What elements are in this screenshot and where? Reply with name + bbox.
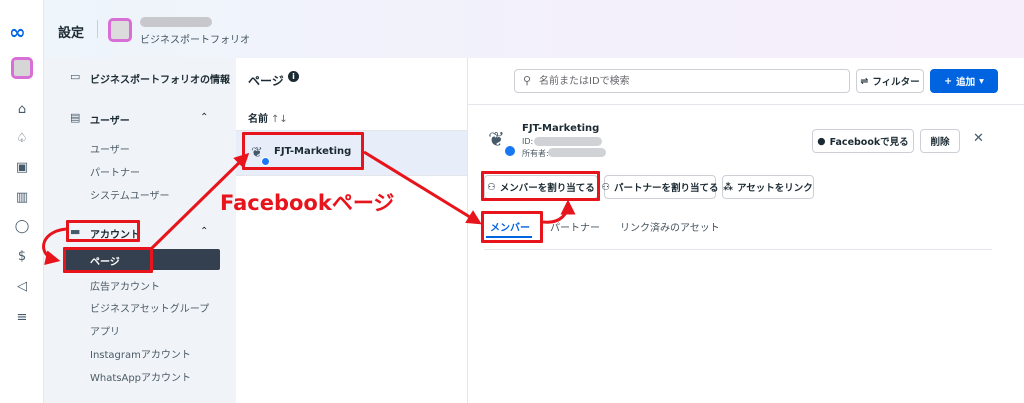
view-on-facebook-button[interactable]: ● Facebookで見る [812, 129, 914, 153]
sidebar-item-partners[interactable]: パートナー [90, 164, 140, 179]
search-input-wrapper[interactable]: ⚲ [514, 69, 850, 93]
sidebar-section-users[interactable]: ユーザー [90, 112, 130, 127]
sort-icon[interactable]: ↑↓ [271, 114, 288, 125]
info-icon[interactable]: i [288, 71, 299, 82]
assign-partner-label: パートナーを割り当てる [614, 183, 719, 194]
users-icon: ▤ [70, 111, 81, 124]
owner-label: 所有者: [522, 149, 549, 158]
chat-icon[interactable]: ◯ [14, 219, 30, 235]
tab-linked-assets[interactable]: リンク済みのアセット [620, 219, 720, 234]
sidebar-item-asset-groups[interactable]: ビジネスアセットグループ [90, 300, 209, 315]
view-fb-label: Facebookで見る [829, 137, 909, 148]
link-asset-label: アセットをリンク [736, 183, 813, 194]
chevron-up-icon[interactable]: ⌃ [200, 226, 208, 237]
close-icon[interactable]: ✕ [973, 131, 984, 146]
filter-button[interactable]: ⇌ フィルター [856, 69, 924, 93]
dollar-icon[interactable]: $ [14, 249, 30, 265]
redacted-page-id [534, 137, 602, 146]
sidebar-item-portfolio-info[interactable]: ビジネスポートフォリオの情報 [90, 71, 230, 86]
tab-partners[interactable]: パートナー [550, 219, 600, 234]
highlight-page-row [242, 132, 364, 170]
link-asset-button[interactable]: ⁂ アセットをリンク [722, 175, 814, 199]
sliders-icon: ⇌ [860, 75, 869, 87]
icon-rail: ∞ ⌂ ♤ ▣ ▥ ◯ $ ◁ ≡ [0, 0, 44, 403]
page-icon: ❦ [488, 127, 505, 151]
briefcase-icon: ▭ [70, 70, 81, 83]
highlight-assign-member [481, 171, 600, 201]
add-person-icon: ⚇ [601, 181, 611, 193]
page-header: 設定 ビジネスポートフォリオ [44, 0, 1024, 58]
chart-icon[interactable]: ▥ [14, 190, 30, 206]
add-button[interactable]: + 追加 ▾ [930, 69, 998, 93]
facebook-badge-icon [504, 145, 516, 157]
bell-icon[interactable]: ♤ [14, 131, 30, 147]
chevron-up-icon[interactable]: ⌃ [200, 112, 208, 123]
sidebar-item-instagram[interactable]: Instagramアカウント [90, 346, 191, 361]
plus-icon: + [944, 75, 953, 87]
redacted-portfolio-name [140, 17, 212, 27]
highlight-accounts [66, 220, 140, 242]
sidebar-item-users[interactable]: ユーザー [90, 141, 130, 156]
detail-page-name: FJT-Marketing [522, 123, 600, 134]
search-icon: ⚲ [523, 74, 532, 87]
meta-logo-icon[interactable]: ∞ [9, 20, 26, 44]
home-icon[interactable]: ⌂ [14, 102, 30, 118]
sidebar-item-apps[interactable]: アプリ [90, 323, 120, 338]
annotation-label: Facebookページ [220, 191, 395, 215]
highlight-members-tab [481, 211, 543, 243]
facebook-icon: ● [817, 135, 826, 147]
caret-down-icon: ▾ [979, 75, 984, 87]
page-detail-panel: ❦ FJT-Marketing ID: 所有者: ● Facebookで見る 削除… [468, 104, 1024, 403]
menu-icon[interactable]: ≡ [14, 310, 30, 326]
tabs-divider [484, 249, 992, 250]
sidebar-item-whatsapp[interactable]: WhatsAppアカウント [90, 369, 191, 384]
business-avatar[interactable] [11, 57, 33, 79]
portfolio-label[interactable]: ビジネスポートフォリオ [140, 31, 250, 46]
redacted-owner [548, 148, 606, 157]
pages-heading: ページ [248, 74, 284, 88]
pages-list-panel: ページ i 名前 ↑↓ ❦ FJT-Marketing [236, 58, 468, 403]
assign-partner-button[interactable]: ⚇ パートナーを割り当てる [601, 175, 719, 199]
filter-label: フィルター [872, 77, 920, 88]
delete-button[interactable]: 削除 [920, 129, 960, 153]
megaphone-icon[interactable]: ◁ [14, 279, 30, 295]
column-label: 名前 [248, 114, 268, 125]
name-column-header[interactable]: 名前 ↑↓ [248, 110, 288, 125]
page-id-label: ID: [522, 137, 534, 146]
inbox-icon[interactable]: ▣ [14, 160, 30, 176]
delete-label: 削除 [930, 137, 950, 148]
search-input[interactable] [539, 73, 839, 89]
add-label: 追加 [956, 77, 976, 88]
header-divider [97, 20, 98, 38]
highlight-pages [63, 247, 153, 273]
page-title: 設定 [58, 26, 85, 41]
portfolio-avatar[interactable] [108, 18, 132, 42]
link-icon: ⁂ [723, 181, 733, 193]
sidebar-item-ad-accounts[interactable]: 広告アカウント [90, 278, 160, 293]
sidebar-item-system-users[interactable]: システムユーザー [90, 187, 170, 202]
